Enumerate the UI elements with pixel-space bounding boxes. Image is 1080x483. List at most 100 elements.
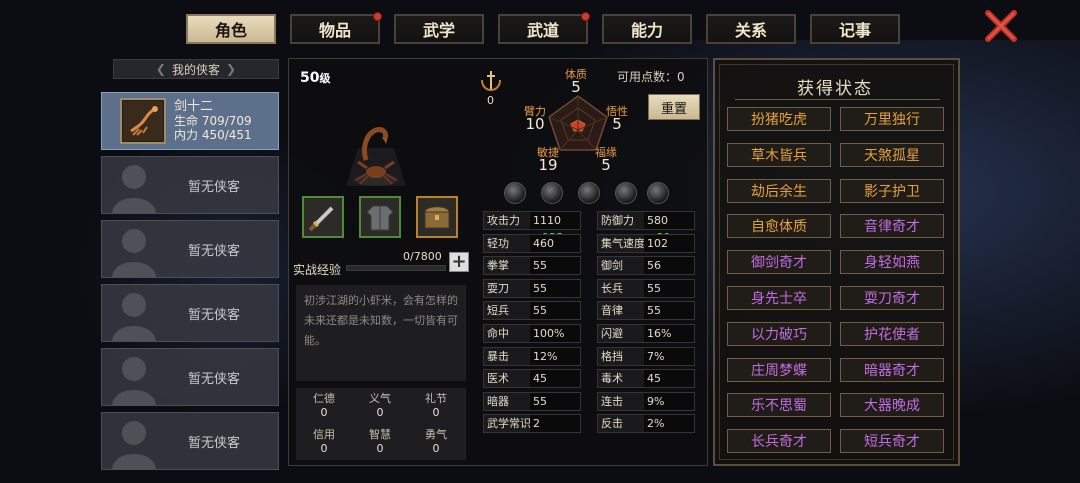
- silhouette-icon: [112, 229, 156, 277]
- stat-label: 命中: [487, 327, 509, 340]
- stat-row: 格挡 7%: [597, 346, 695, 366]
- hp-label: 生命: [174, 114, 199, 128]
- stat-row: 暗器 55: [483, 391, 581, 411]
- stat-value-text: 56: [647, 259, 661, 273]
- status-badge[interactable]: 耍刀奇才: [840, 286, 944, 310]
- roster-slot-hero[interactable]: 剑十二 生命 709/709 内力 450/451: [101, 92, 279, 150]
- tab-journal[interactable]: 记事: [810, 14, 900, 44]
- virtue-label: 礼节: [425, 392, 447, 405]
- status-badge[interactable]: 身先士卒: [727, 286, 831, 310]
- status-badge[interactable]: 以力破巧: [727, 321, 831, 346]
- status-badge[interactable]: 音律奇才: [840, 214, 944, 239]
- roster-slot-empty[interactable]: 暂无侠客: [101, 156, 279, 214]
- status-badge[interactable]: 庄周梦蝶: [727, 357, 831, 382]
- chest-icon: [424, 206, 450, 229]
- character-level: 50级: [300, 70, 330, 86]
- tab-abilities[interactable]: 能力: [602, 14, 692, 44]
- virtue-item: 义气 0: [352, 392, 408, 420]
- empty-slot-label: 暂无侠客: [188, 371, 241, 387]
- stat-row: 短兵 55: [483, 301, 581, 321]
- stat-value: 55: [530, 302, 580, 320]
- stat-label: 集气速度: [601, 236, 645, 250]
- status-panel-title: 获得状态: [797, 79, 873, 99]
- accessory-slot[interactable]: [416, 196, 458, 238]
- empty-slot-label: 暂无侠客: [188, 435, 241, 451]
- exp-label: 实战经验: [293, 263, 342, 277]
- tab-martial-way[interactable]: 武道: [498, 12, 590, 44]
- stat-value-text: 2: [533, 417, 540, 431]
- orb-slot[interactable]: [578, 182, 600, 204]
- chevron-right-icon: ❯: [226, 62, 237, 76]
- tab-label: 物品: [318, 21, 351, 40]
- status-badge[interactable]: 身轻如燕: [840, 250, 944, 275]
- stat-row: 闪避 16%: [597, 324, 695, 343]
- armor-slot[interactable]: [359, 196, 401, 238]
- reset-button[interactable]: 重置: [648, 94, 700, 120]
- status-badge[interactable]: 万里独行: [840, 107, 944, 131]
- roster-slot-empty[interactable]: 暂无侠客: [101, 348, 279, 406]
- tab-items[interactable]: 物品: [290, 12, 382, 44]
- tab-character[interactable]: 角色: [186, 14, 276, 44]
- stat-value: 9%: [644, 392, 694, 410]
- stat-label: 武学常识: [487, 417, 531, 431]
- empty-slot-label: 暂无侠客: [188, 179, 241, 195]
- roster-slot-empty[interactable]: 暂无侠客: [101, 412, 279, 470]
- available-points-value: 0: [677, 70, 685, 84]
- stat-value: 2%: [644, 415, 694, 433]
- virtue-item: 勇气 0: [408, 428, 464, 456]
- stat-value-text: 1110: [533, 214, 561, 227]
- tab-relations[interactable]: 关系: [706, 14, 796, 44]
- roster-slot-empty[interactable]: 暂无侠客: [101, 220, 279, 278]
- title-divider: [735, 99, 940, 100]
- status-badge[interactable]: 御剑奇才: [727, 250, 831, 275]
- stat-value-text: 16%: [647, 327, 672, 340]
- add-exp-button[interactable]: +: [449, 252, 469, 272]
- virtue-value: 0: [432, 406, 440, 419]
- status-badge[interactable]: 草木皆兵: [727, 142, 831, 167]
- stat-label: 暗器: [487, 394, 509, 408]
- orb-slot[interactable]: [541, 182, 563, 204]
- tab-label: 武道: [526, 21, 559, 40]
- status-badge[interactable]: 短兵奇才: [840, 429, 944, 454]
- status-badge[interactable]: 天煞孤星: [840, 142, 944, 167]
- stat-value: 580 +80: [644, 212, 694, 244]
- tab-martial-arts[interactable]: 武学: [394, 14, 484, 44]
- stat-value-text: 2%: [647, 417, 665, 431]
- stat-value: 55: [644, 302, 694, 320]
- status-badge[interactable]: 暗器奇才: [840, 357, 944, 382]
- virtues-panel: 仁德 0 义气 0 礼节 0 信用 0 智慧 0 勇气 0: [296, 388, 466, 460]
- stat-value-text: 45: [647, 372, 661, 386]
- close-icon[interactable]: [982, 9, 1020, 43]
- level-value: 50: [300, 70, 320, 86]
- stat-row: 毒术 45: [597, 369, 695, 389]
- status-badge[interactable]: 自愈体质: [727, 214, 831, 239]
- attr-value: 5: [612, 115, 622, 133]
- hp-value: 709/709: [201, 114, 252, 128]
- stat-row: 反击 2%: [597, 414, 695, 434]
- status-badge[interactable]: 大器晚成: [840, 393, 944, 418]
- stat-label: 格挡: [601, 349, 623, 363]
- stat-value-text: 580: [647, 214, 668, 227]
- status-badge[interactable]: 扮猪吃虎: [727, 107, 831, 131]
- status-badge[interactable]: 劫后余生: [727, 178, 831, 203]
- silhouette-icon: [112, 421, 156, 469]
- weapon-slot[interactable]: [302, 196, 344, 238]
- status-badge[interactable]: 乐不思蜀: [727, 393, 831, 418]
- exp-value: 0/7800: [403, 250, 442, 263]
- attr-fuyuan: 福缘 5: [590, 146, 622, 173]
- orb-slot[interactable]: [615, 182, 637, 204]
- stat-value-text: 55: [533, 304, 547, 318]
- virtue-value: 0: [376, 442, 384, 455]
- stat-label: 防御力: [601, 214, 634, 227]
- silhouette-icon: [112, 293, 156, 341]
- status-badge[interactable]: 影子护卫: [840, 178, 944, 203]
- empty-slot-label: 暂无侠客: [188, 307, 241, 323]
- stat-value-text: 12%: [533, 349, 558, 363]
- status-badge[interactable]: 护花使者: [840, 321, 944, 346]
- orb-slot[interactable]: [647, 182, 669, 204]
- mp-label: 内力: [174, 128, 199, 142]
- status-badge[interactable]: 长兵奇才: [727, 429, 831, 454]
- hero-avatar: [120, 98, 166, 144]
- roster-slot-empty[interactable]: 暂无侠客: [101, 284, 279, 342]
- orb-slot[interactable]: [504, 182, 526, 204]
